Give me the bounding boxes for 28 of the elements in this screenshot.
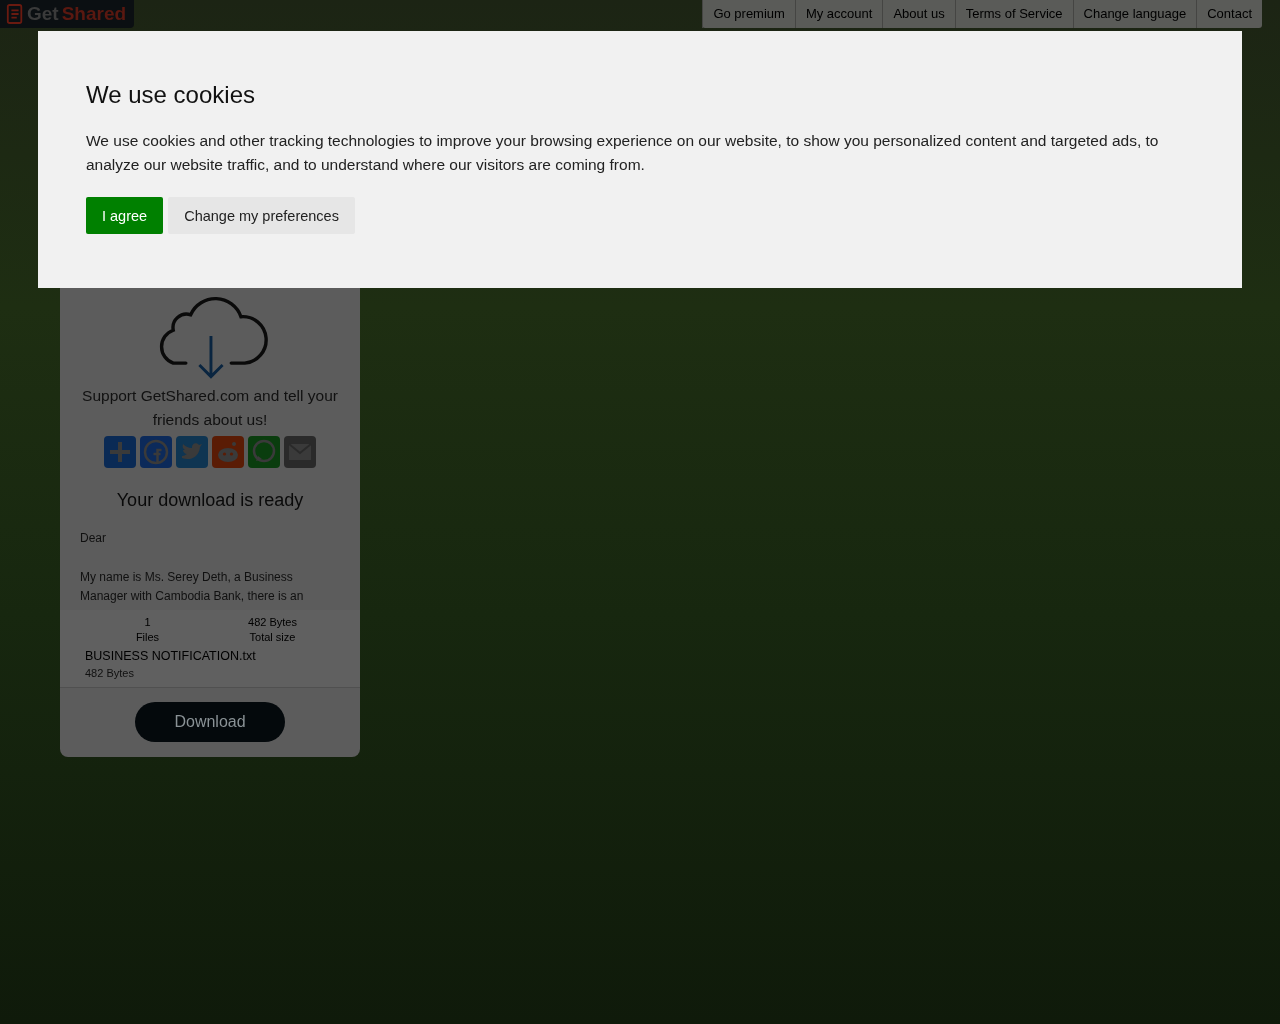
message-text: My name is Ms. Serey Deth, a Business Manager with Cambodia Bank, there is an — [80, 569, 305, 605]
document-icon — [6, 3, 24, 25]
stat-label: Files — [135, 631, 160, 643]
nav-link[interactable]: My account — [794, 0, 883, 28]
download-button[interactable]: Download — [135, 702, 285, 742]
nav-link[interactable]: Go premium — [702, 0, 795, 28]
reddit-icon[interactable] — [212, 436, 244, 468]
agree-button[interactable]: I agree — [86, 197, 164, 234]
nav-link[interactable]: Terms of Service — [954, 0, 1073, 28]
preferences-button[interactable]: Change my preferences — [168, 197, 355, 234]
facebook-icon[interactable] — [140, 436, 172, 468]
file-size: 482 Bytes — [85, 667, 135, 679]
plus-icon[interactable] — [104, 436, 136, 468]
download-title: Your download is ready — [116, 490, 304, 511]
logo-text-accent: Shared — [61, 3, 127, 25]
banner-text: We use cookies and other tracking technologies to improve your browsing experience on our website, to show you personalized content and targeted ads, to analyze our website traffic, and to understand where our visitors are coming from. — [86, 131, 1160, 175]
message-text: Dear — [80, 530, 107, 547]
nav-link[interactable]: About us — [882, 0, 955, 28]
support-text: Support GetShared.com and tell your friends about us! — [81, 386, 339, 430]
nav-link[interactable]: Contact — [1196, 0, 1262, 28]
stat-value: 482 Bytes — [248, 616, 297, 628]
stat-label: Total size — [249, 631, 296, 643]
stat-value: 1 — [144, 616, 151, 628]
nav-link[interactable]: Change language — [1072, 0, 1197, 28]
banner-title: We use cookies — [86, 81, 256, 109]
twitter-icon[interactable] — [176, 436, 208, 468]
envelope-icon[interactable] — [284, 436, 316, 468]
file-name: BUSINESS NOTIFICATION.txt — [85, 649, 257, 663]
